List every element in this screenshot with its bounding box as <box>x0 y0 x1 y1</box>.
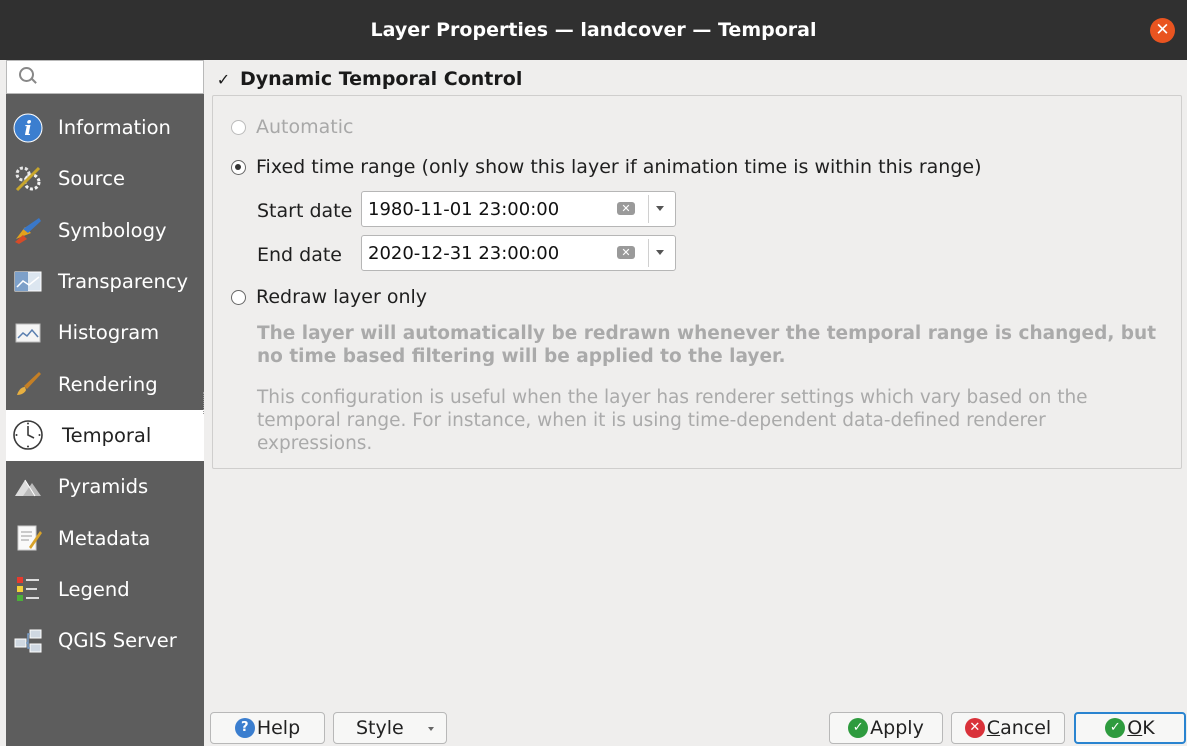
redraw-description-bold: The layer will automatically be redrawn … <box>257 323 1157 367</box>
sidebar-item-label: Temporal <box>62 423 152 447</box>
histogram-icon <box>12 317 44 349</box>
sidebar-item-label: Histogram <box>58 321 160 345</box>
sidebar-item-label: Source <box>58 167 125 191</box>
temporal-options-group: Automatic Fixed time range (only show th… <box>212 95 1182 469</box>
ok-mnemonic: O <box>1127 717 1143 739</box>
automatic-label: Automatic <box>256 116 354 138</box>
sidebar-item-label: QGIS Server <box>58 629 177 653</box>
rendering-icon <box>12 368 44 400</box>
svg-text:i: i <box>24 116 32 140</box>
fixed-time-range-radio[interactable]: Fixed time range (only show this layer i… <box>231 156 982 178</box>
cancel-mnemonic: C <box>986 717 1001 739</box>
dynamic-temporal-control-label: Dynamic Temporal Control <box>240 68 523 90</box>
end-date-field[interactable]: 2020-12-31 23:00:00 ✕ <box>361 235 676 271</box>
sidebar-item-transparency[interactable]: Transparency <box>6 256 204 307</box>
sidebar-item-information[interactable]: i Information <box>6 102 204 153</box>
sidebar-item-qgis-server[interactable]: QGIS Server <box>6 615 204 666</box>
cancel-button[interactable]: ✕ Cancel <box>951 712 1065 744</box>
sidebar-item-label: Rendering <box>58 372 158 396</box>
search-icon <box>19 67 34 82</box>
temporal-panel: ✓ Dynamic Temporal Control Automatic Fix… <box>204 60 1187 700</box>
cancel-x-icon: ✕ <box>964 718 985 738</box>
chevron-down-icon[interactable] <box>656 250 664 255</box>
end-date-label: End date <box>257 244 342 266</box>
sidebar-item-symbology[interactable]: Symbology <box>6 205 204 256</box>
information-icon: i <box>12 112 44 144</box>
qgis-server-icon <box>12 625 44 657</box>
redraw-description: This configuration is useful when the la… <box>257 387 1088 454</box>
window-title: Layer Properties — landcover — Temporal <box>370 19 817 41</box>
title-bar: Layer Properties — landcover — Temporal … <box>0 0 1187 60</box>
dynamic-temporal-control-checkbox[interactable]: ✓ Dynamic Temporal Control <box>216 68 523 90</box>
sidebar-item-label: Metadata <box>58 526 151 550</box>
chevron-down-icon[interactable] <box>656 206 664 211</box>
sidebar-item-temporal[interactable]: Temporal <box>6 409 204 462</box>
radio-button <box>231 289 246 305</box>
ok-button-label: K <box>1142 717 1155 739</box>
cancel-button-label: ancel <box>1000 717 1052 739</box>
clear-icon[interactable]: ✕ <box>617 202 635 215</box>
redraw-layer-only-label: Redraw layer only <box>256 286 428 308</box>
sidebar: i Information Source Symbology Transpare… <box>6 60 204 746</box>
style-button[interactable]: Style <box>333 712 447 744</box>
sidebar-nav: i Information Source Symbology Transpare… <box>6 102 204 666</box>
checkbox-check-icon: ✓ <box>216 69 231 89</box>
divider <box>648 239 649 267</box>
radio-button <box>231 119 246 135</box>
chevron-down-icon <box>428 727 434 731</box>
automatic-radio[interactable]: Automatic <box>231 116 353 138</box>
ok-check-icon: ✓ <box>1105 718 1126 738</box>
start-date-value: 1980-11-01 23:00:00 <box>368 199 560 220</box>
divider <box>648 195 649 223</box>
symbology-icon <box>12 214 44 246</box>
start-date-label: Start date <box>257 200 353 222</box>
sidebar-item-label: Information <box>58 116 171 140</box>
clock-icon <box>12 419 44 451</box>
radio-button <box>231 159 246 175</box>
sidebar-item-metadata[interactable]: Metadata <box>6 512 204 563</box>
ok-button[interactable]: ✓ OK <box>1074 712 1186 744</box>
start-date-row: Start date <box>257 200 352 222</box>
apply-button-label: Apply <box>870 717 924 739</box>
help-button-label: Help <box>256 717 301 739</box>
apply-check-icon: ✓ <box>848 718 869 738</box>
sidebar-item-pyramids[interactable]: Pyramids <box>6 461 204 512</box>
source-icon <box>12 163 44 195</box>
redraw-layer-only-radio[interactable]: Redraw layer only <box>231 286 427 308</box>
clear-icon[interactable]: ✕ <box>617 246 635 259</box>
sidebar-item-label: Pyramids <box>58 475 149 499</box>
search-input[interactable] <box>6 60 204 94</box>
style-button-label: Style <box>356 717 404 739</box>
sidebar-item-label: Transparency <box>58 270 189 294</box>
sidebar-item-source[interactable]: Source <box>6 153 204 204</box>
close-icon[interactable]: ✕ <box>1150 18 1175 43</box>
fixed-time-range-label: Fixed time range (only show this layer i… <box>256 156 982 178</box>
help-button[interactable]: ? Help <box>210 712 325 744</box>
transparency-icon <box>12 266 44 298</box>
legend-icon <box>12 573 44 605</box>
sidebar-item-label: Legend <box>58 577 130 601</box>
end-date-value: 2020-12-31 23:00:00 <box>368 243 560 264</box>
start-date-field[interactable]: 1980-11-01 23:00:00 ✕ <box>361 191 676 227</box>
help-icon: ? <box>234 718 255 738</box>
end-date-row: End date <box>257 244 342 266</box>
sidebar-item-rendering[interactable]: Rendering <box>6 358 204 409</box>
pyramids-icon <box>12 471 44 503</box>
sidebar-item-histogram[interactable]: Histogram <box>6 307 204 358</box>
sidebar-item-label: Symbology <box>58 218 167 242</box>
apply-button[interactable]: ✓ Apply <box>829 712 943 744</box>
sidebar-item-legend[interactable]: Legend <box>6 564 204 615</box>
metadata-icon <box>12 522 44 554</box>
layer-properties-dialog: Layer Properties — landcover — Temporal … <box>0 0 1187 746</box>
